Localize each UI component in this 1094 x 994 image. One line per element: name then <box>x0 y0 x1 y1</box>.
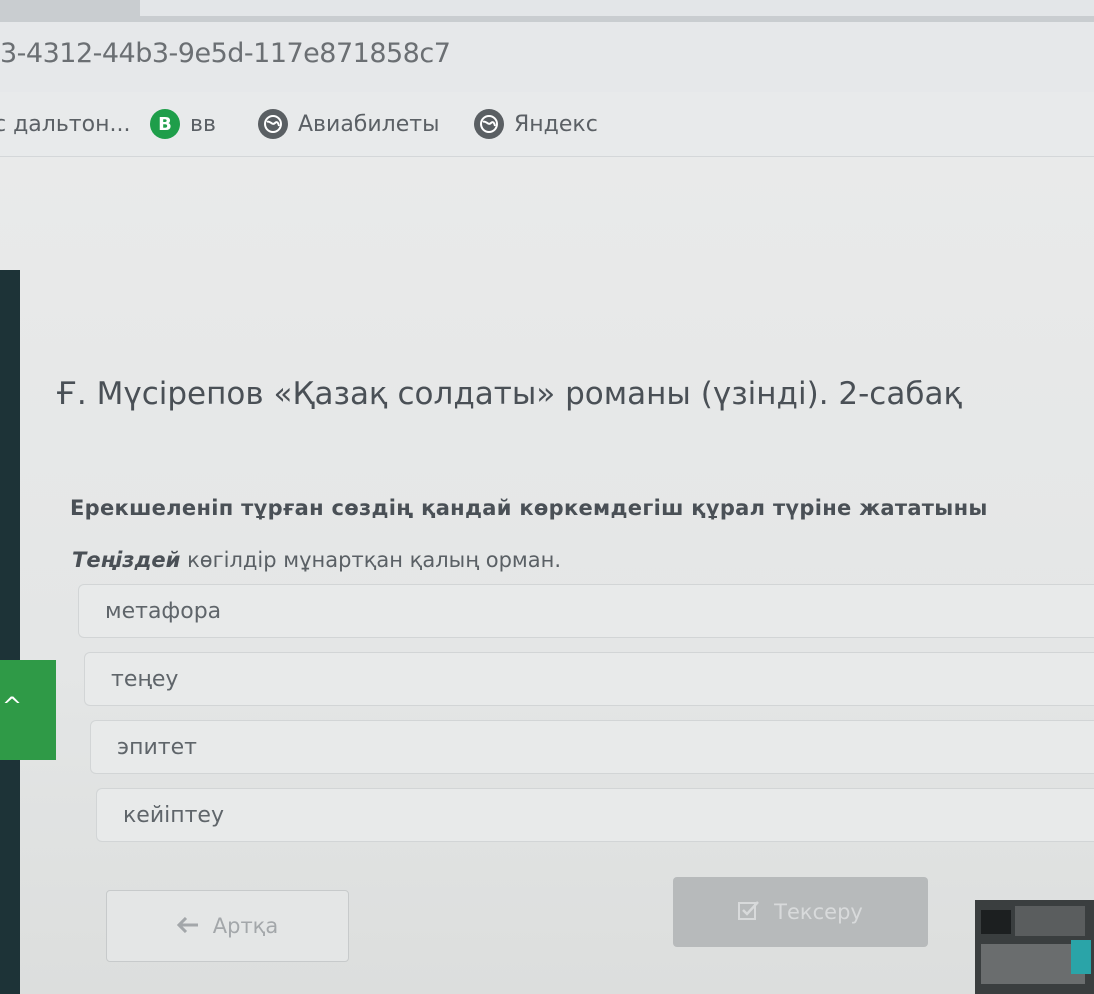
bookmark-daltonic[interactable]: с дальтон... <box>0 108 130 140</box>
answer-option-4[interactable]: кейіптеу <box>96 788 1094 842</box>
thumbnail-part <box>981 944 1085 984</box>
back-button[interactable]: Артқа <box>106 890 349 962</box>
option-label: теңеу <box>111 666 179 692</box>
option-label: эпитет <box>117 734 197 760</box>
highlighted-word: Теңіздей <box>72 548 181 572</box>
thumbnail-part <box>1071 940 1091 974</box>
check-button-label: Тексеру <box>774 900 863 924</box>
back-button-label: Артқа <box>212 914 279 938</box>
sentence-rest: көгілдір мұнартқан қалың орман. <box>180 548 562 572</box>
answer-option-3[interactable]: эпитет <box>90 720 1094 774</box>
question-sentence: Теңіздей көгілдір мұнартқан қалың орман. <box>72 548 561 572</box>
option-label: метафора <box>105 598 222 624</box>
bookmark-vv[interactable]: B вв <box>150 108 216 140</box>
bookmark-label: с дальтон... <box>0 111 131 137</box>
tab-strip <box>0 0 1094 22</box>
answer-option-1[interactable]: метафора <box>78 584 1094 638</box>
bookmark-label: Яндекс <box>514 111 598 137</box>
check-button[interactable]: Тексеру <box>673 877 928 947</box>
check-square-icon <box>738 900 760 925</box>
bookmark-yandex[interactable]: Яндекс <box>474 108 598 140</box>
page-content <box>0 157 1094 994</box>
green-b-icon: B <box>150 109 180 139</box>
url-text[interactable]: 3-4312-44b3-9e5d-117e871858c7 <box>0 38 451 69</box>
bookmark-aviabilety[interactable]: Авиабилеты <box>258 108 439 140</box>
arrow-left-icon <box>176 914 199 938</box>
thumbnail-part <box>981 910 1011 934</box>
bookmark-label: Авиабилеты <box>298 111 440 137</box>
question-prompt: Ерекшеленіп тұрған сөздің қандай көркемд… <box>70 496 988 520</box>
sidebar-toggle-button[interactable]: ^ <box>0 660 56 760</box>
thumbnail-part <box>1015 906 1085 936</box>
active-tab[interactable] <box>140 0 1094 16</box>
answer-option-2[interactable]: теңеу <box>84 652 1094 706</box>
lesson-title: Ғ. Мүсірепов «Қазақ солдаты» романы (үзі… <box>56 376 963 412</box>
globe-icon <box>474 109 504 139</box>
bookmark-label: вв <box>190 111 216 137</box>
chevron-up-icon: ^ <box>2 692 23 720</box>
sidebar <box>0 270 20 994</box>
globe-icon <box>258 109 288 139</box>
taskbar-thumbnail[interactable] <box>975 900 1094 994</box>
option-label: кейіптеу <box>123 802 224 828</box>
